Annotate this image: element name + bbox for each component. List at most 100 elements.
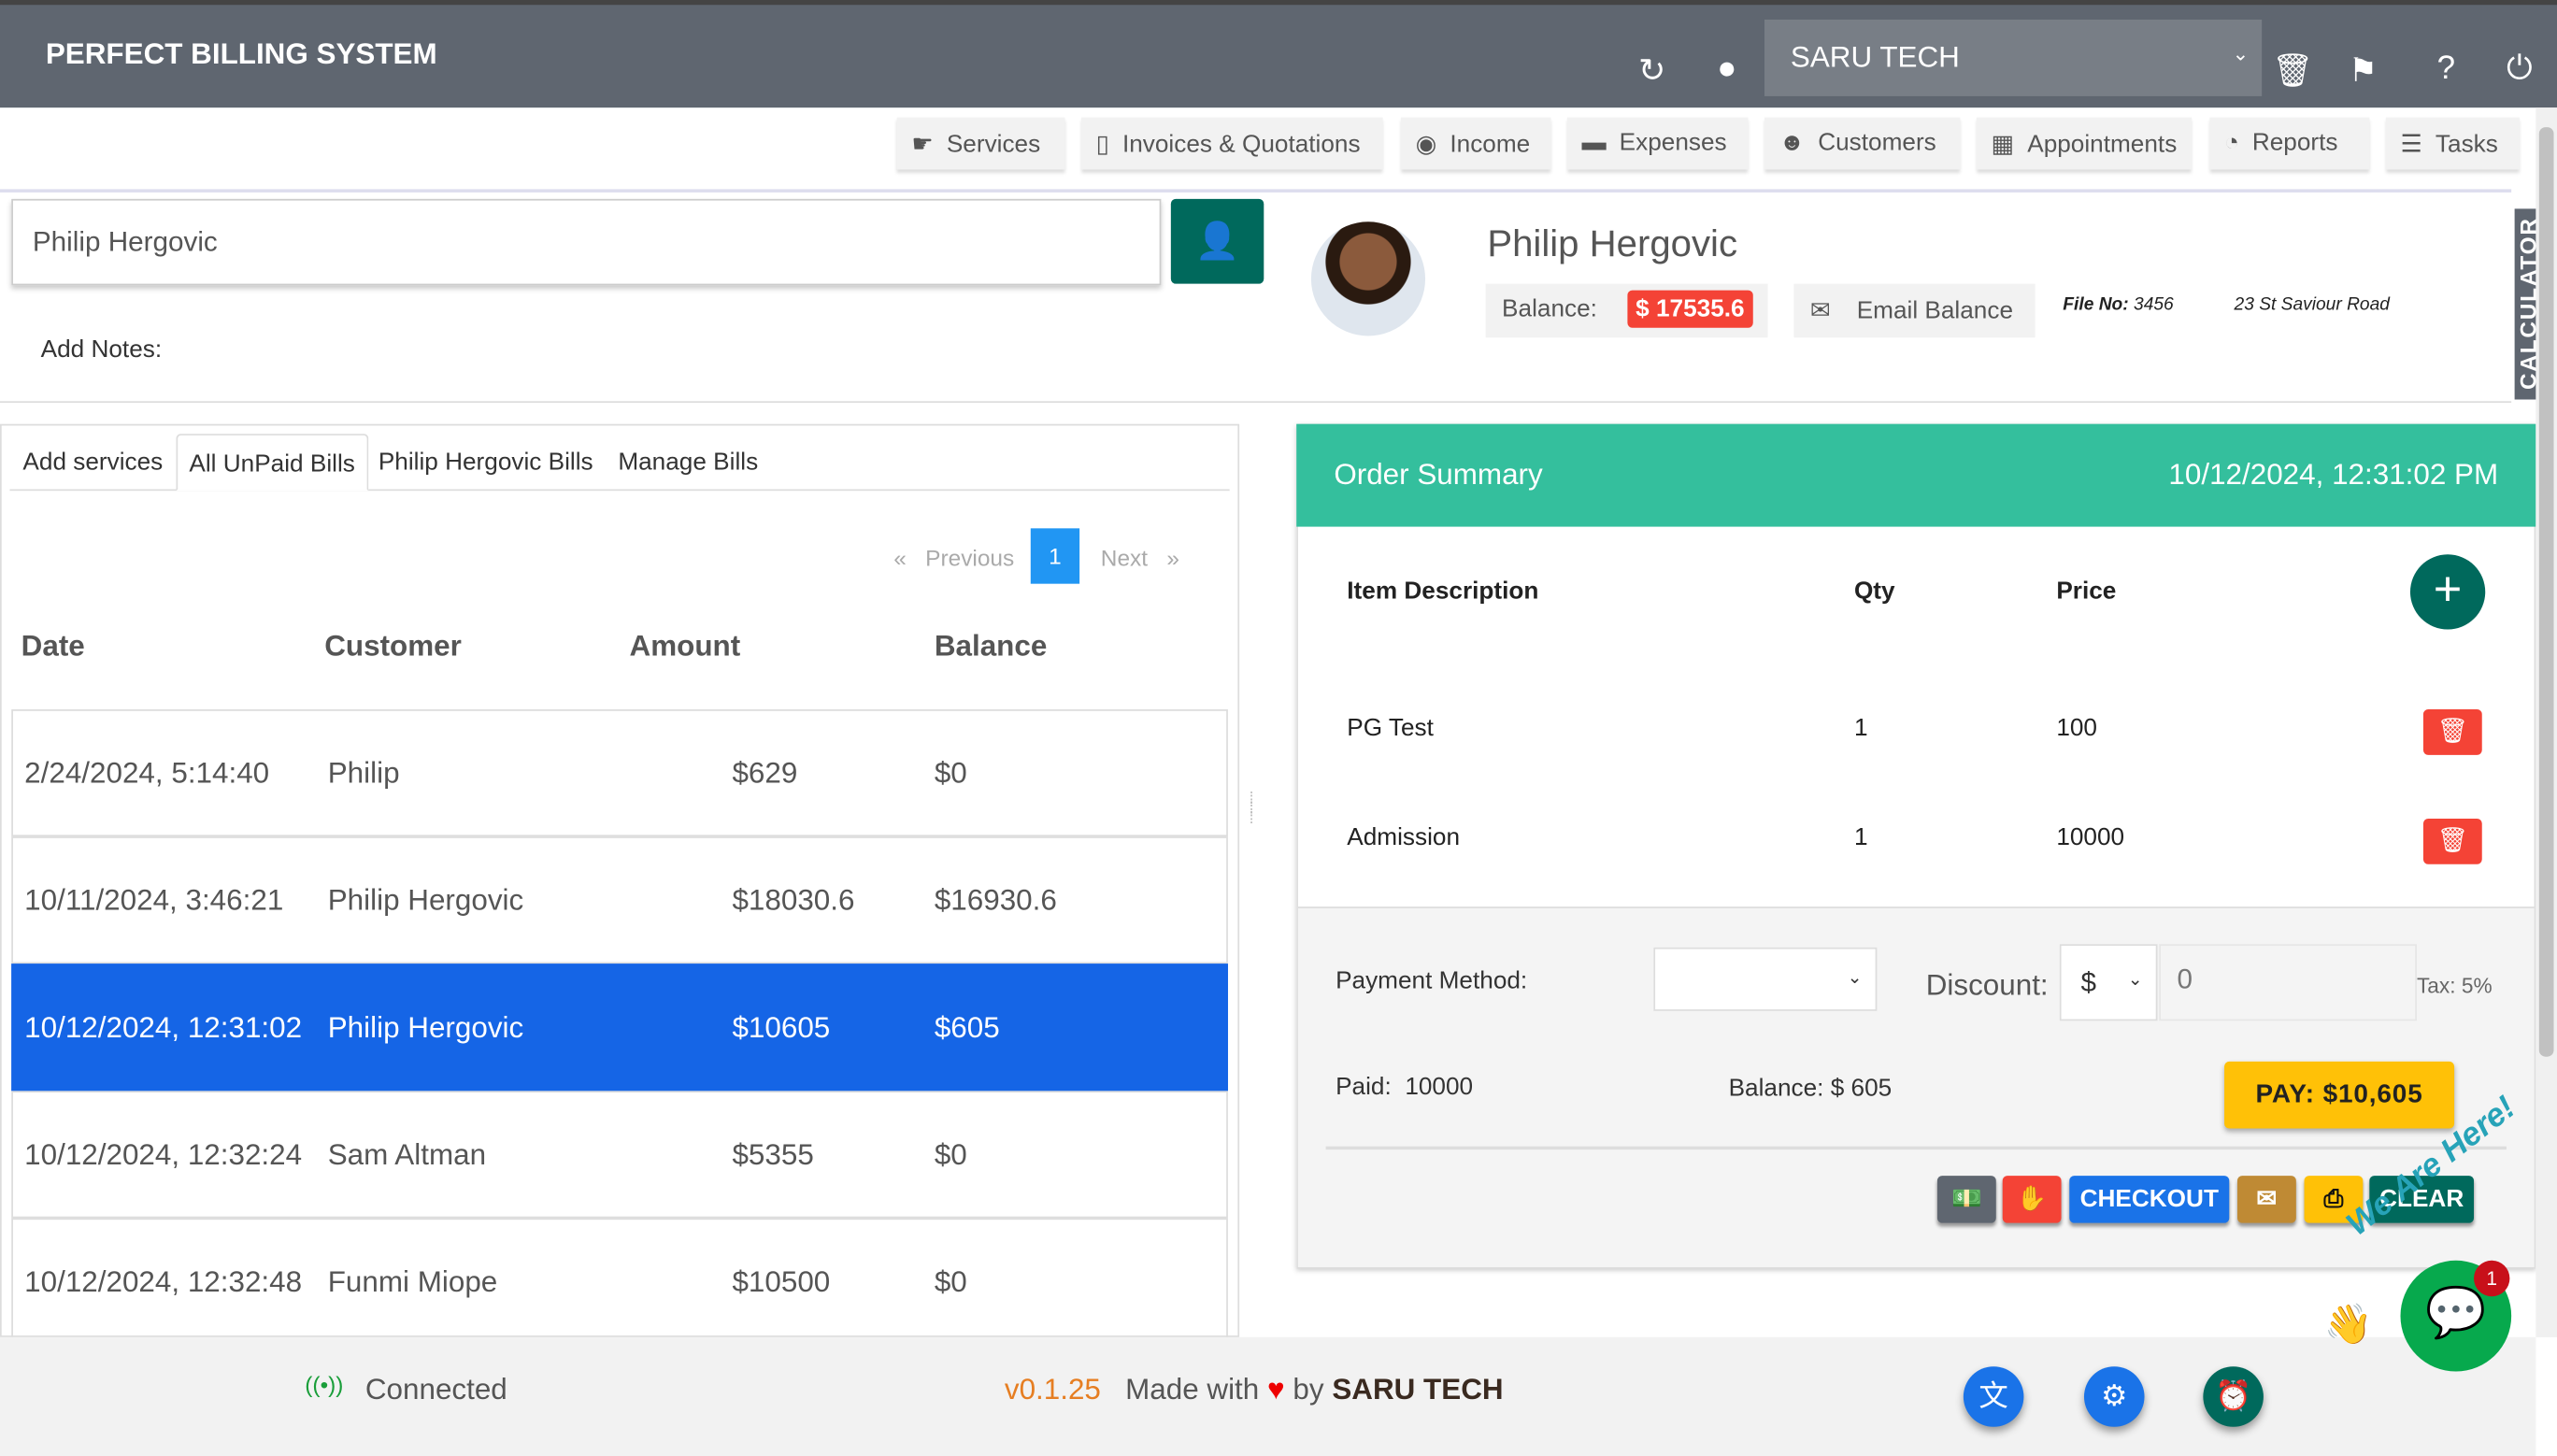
envelope-icon: ✉ bbox=[1809, 296, 1831, 325]
payment-method-label: Payment Method: bbox=[1336, 966, 1528, 995]
nav-label: Invoices & Quotations bbox=[1121, 130, 1361, 159]
nav-expenses[interactable]: ▬ Expenses bbox=[1566, 117, 1749, 170]
col-balance: Balance bbox=[934, 629, 1048, 663]
col-price: Price bbox=[2056, 577, 2117, 606]
nav-tasks[interactable]: ☰ Tasks bbox=[2385, 117, 2520, 170]
file-invoice-icon: ▯ bbox=[1095, 130, 1109, 159]
scrollbar-thumb[interactable] bbox=[2538, 127, 2554, 1057]
table-row[interactable]: 10/12/2024, 12:32:24 Sam Altman $5355 $0 bbox=[11, 1091, 1228, 1219]
discount-type-value: $ bbox=[2080, 966, 2097, 998]
cell-amount: $629 bbox=[732, 756, 798, 790]
money-icon: 💵 bbox=[1951, 1185, 1982, 1214]
tasks-icon: ☰ bbox=[2400, 130, 2422, 159]
add-notes-label: Add Notes: bbox=[40, 335, 163, 364]
col-amount: Amount bbox=[629, 629, 741, 663]
cell-balance: $0 bbox=[934, 1265, 967, 1298]
version: v0.1.25 bbox=[1004, 1373, 1101, 1406]
item-desc: Admission bbox=[1347, 823, 1461, 851]
cell-date: 10/12/2024, 12:32:24 bbox=[24, 1137, 303, 1171]
hand-icon: ☛ bbox=[911, 130, 934, 159]
translate-icon: 文 bbox=[1978, 1379, 2008, 1413]
col-date: Date bbox=[21, 629, 85, 663]
table-row[interactable]: 10/12/2024, 12:31:02 Philip Hergovic $1060… bbox=[11, 964, 1228, 1092]
nav-income[interactable]: ◉ Income bbox=[1400, 117, 1551, 170]
alarm-button[interactable]: ⏰ bbox=[2203, 1366, 2264, 1427]
email-button[interactable]: ✉ bbox=[2237, 1176, 2296, 1223]
avatar bbox=[1310, 221, 1426, 336]
nav-services[interactable]: ☛ Services bbox=[896, 117, 1065, 170]
customer-search-input[interactable]: Philip Hergovic bbox=[11, 198, 1162, 286]
email-balance-button[interactable]: ✉ Email Balance bbox=[1793, 283, 2036, 338]
previous-page[interactable]: « Previous bbox=[893, 545, 1014, 571]
order-summary-header: Order Summary 10/12/2024, 12:31:02 PM bbox=[1296, 423, 2536, 527]
paid-info: Paid: 10000 bbox=[1336, 1073, 1473, 1101]
next-page[interactable]: Next » bbox=[1101, 545, 1179, 571]
pay-button[interactable]: PAY: $10,605 bbox=[2224, 1061, 2455, 1129]
tab-all-unpaid-bills[interactable]: All UnPaid Bills bbox=[176, 434, 368, 492]
discount-input[interactable]: 0 bbox=[2159, 944, 2417, 1021]
coins-icon: ◉ bbox=[1415, 130, 1437, 159]
discount-type-select[interactable]: $ ⌄ bbox=[2059, 944, 2158, 1021]
balance-box: Balance: $ 17535.6 bbox=[1485, 283, 1768, 338]
nav-label: Expenses bbox=[1619, 128, 1727, 157]
add-customer-button[interactable]: 👤 bbox=[1170, 198, 1264, 284]
item-desc: PG Test bbox=[1347, 714, 1434, 742]
table-row[interactable]: 10/11/2024, 3:46:21 Philip Hergovic $18030… bbox=[11, 836, 1228, 964]
item-qty: 1 bbox=[1853, 714, 1868, 742]
item-qty: 1 bbox=[1853, 823, 1868, 851]
cash-button[interactable]: 💵 bbox=[1936, 1176, 1996, 1223]
settings-button[interactable]: ⚙ bbox=[2083, 1366, 2145, 1427]
money-bill-icon: ▬ bbox=[1581, 128, 1607, 157]
file-no-label: File No: bbox=[2063, 294, 2129, 315]
nav-appointments[interactable]: ▦ Appointments bbox=[1976, 117, 2193, 170]
hold-button[interactable]: ✋ bbox=[2002, 1176, 2062, 1223]
nav-label: Income bbox=[1450, 130, 1531, 159]
brand: SARU TECH bbox=[1332, 1373, 1504, 1406]
order-balance: Balance: $ 605 bbox=[1728, 1074, 1893, 1103]
divider bbox=[1325, 1146, 2507, 1150]
col-customer: Customer bbox=[324, 629, 462, 663]
email-balance-label: Email Balance bbox=[1856, 296, 2014, 325]
chevron-down-icon: ⌄ bbox=[2232, 42, 2250, 65]
user-circle-icon[interactable]: ● bbox=[1706, 50, 1748, 88]
help-icon[interactable]: ? bbox=[2425, 50, 2467, 88]
bills-tabs: Add services All UnPaid Bills Philip Her… bbox=[9, 434, 1230, 492]
cell-date: 10/11/2024, 3:46:21 bbox=[24, 883, 284, 917]
item-price: 100 bbox=[2056, 714, 2097, 742]
payment-method-select[interactable]: ⌄ bbox=[1653, 947, 1878, 1011]
app-header: PERFECT BILLING SYSTEM ↻ ● SARU TECH ⌄ 🗑 … bbox=[0, 0, 2557, 108]
company-name: SARU TECH bbox=[1790, 40, 1960, 74]
cell-balance: $16930.6 bbox=[934, 883, 1057, 917]
delete-item-button[interactable]: 🗑 bbox=[2422, 709, 2482, 755]
nav-reports[interactable]: ◔ Reports bbox=[2209, 117, 2370, 170]
cell-amount: $10500 bbox=[732, 1265, 831, 1298]
address: 23 St Saviour Road bbox=[2234, 294, 2390, 315]
nav-invoices[interactable]: ▯ Invoices & Quotations bbox=[1080, 117, 1383, 170]
tab-customer-bills[interactable]: Philip Hergovic Bills bbox=[367, 434, 605, 491]
power-icon[interactable]: ⏻ bbox=[2498, 50, 2540, 88]
nav-label: Services bbox=[946, 130, 1041, 159]
cell-balance: $605 bbox=[934, 1010, 1000, 1044]
company-select[interactable]: SARU TECH ⌄ bbox=[1764, 19, 2263, 96]
checkout-button[interactable]: CHECKOUT bbox=[2069, 1176, 2230, 1223]
paid-value: 10000 bbox=[1405, 1073, 1474, 1101]
order-datetime: 10/12/2024, 12:31:02 PM bbox=[2168, 458, 2499, 492]
tab-manage-bills[interactable]: Manage Bills bbox=[607, 434, 769, 491]
nav-label: Customers bbox=[1818, 128, 1936, 157]
connection-status: Connected bbox=[364, 1373, 507, 1406]
flag-icon[interactable]: ⚑ bbox=[2342, 50, 2384, 92]
next-label: Next bbox=[1100, 544, 1149, 571]
nav-customers[interactable]: ☻ Customers bbox=[1764, 117, 1961, 170]
delete-item-button[interactable]: 🗑 bbox=[2422, 818, 2482, 864]
trash-icon[interactable]: 🗑 bbox=[2272, 50, 2314, 92]
tab-add-services[interactable]: Add services bbox=[11, 434, 174, 491]
table-row[interactable]: 10/12/2024, 12:32:48 Funmi Miope $10500 $0 bbox=[11, 1218, 1228, 1346]
refresh-icon[interactable]: ↻ bbox=[1631, 50, 1673, 92]
translate-button[interactable]: 文 bbox=[1963, 1366, 2024, 1427]
resize-handle[interactable]: ⁞ ⁞ ⁞ bbox=[1250, 792, 1254, 827]
table-row[interactable]: 2/24/2024, 5:14:40 Philip $629 $0 bbox=[11, 709, 1228, 837]
cell-customer: Funmi Miope bbox=[327, 1265, 498, 1298]
cell-customer: Philip Hergovic bbox=[327, 883, 524, 917]
page-1[interactable]: 1 bbox=[1030, 528, 1080, 584]
add-item-button[interactable]: + bbox=[2409, 554, 2486, 630]
